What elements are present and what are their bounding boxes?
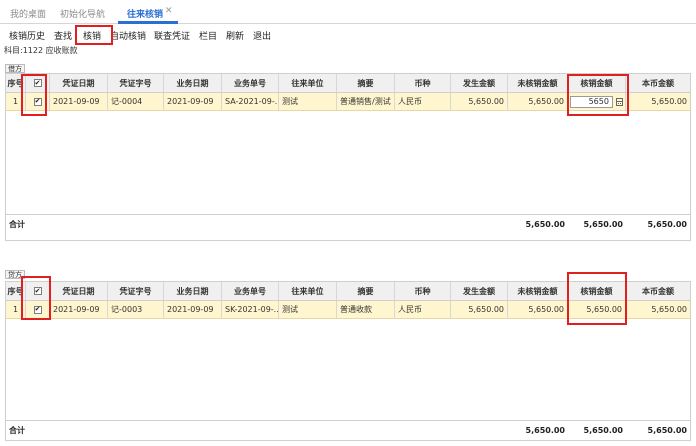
col-base-amount: 本币金额 — [642, 78, 674, 88]
row-voucher-no: 记-0003 — [108, 301, 164, 318]
row-base-amount: 5,650.00 — [651, 97, 687, 106]
debit-total-row: 合计 5,650.00 5,650.00 5,650.00 — [6, 214, 690, 234]
col-partner: 往来单位 — [279, 282, 337, 300]
col-currency: 币种 — [395, 282, 451, 300]
col-partner: 往来单位 — [279, 74, 337, 92]
total-unsettled: 5,650.00 — [525, 426, 565, 435]
col-currency: 币种 — [395, 74, 451, 92]
row-currency: 人民币 — [395, 93, 451, 110]
row-voucher-no: 记-0004 — [108, 93, 164, 110]
row-voucher-date: 2021-09-09 — [50, 93, 108, 110]
subject-line: 科目:1122 应收账款 — [4, 46, 78, 55]
col-voucher-no: 凭证字号 — [108, 74, 164, 92]
col-voucher-no: 凭证字号 — [108, 282, 164, 300]
row-currency: 人民币 — [395, 301, 451, 318]
col-biz-date: 业务日期 — [164, 74, 222, 92]
row-unsettled: 5,650.00 — [508, 301, 568, 318]
total-label: 合计 — [9, 220, 25, 229]
columns-button[interactable]: 栏目 — [199, 29, 217, 42]
col-summary: 摘要 — [337, 282, 395, 300]
total-base-amount: 5,650.00 — [647, 220, 687, 229]
exit-button[interactable]: 退出 — [253, 29, 271, 42]
row-biz-no: SA-2021-09-... — [222, 93, 279, 110]
refresh-button[interactable]: 刷新 — [226, 29, 244, 42]
col-base-amount: 本币金额 — [642, 286, 674, 296]
active-tab-indicator — [118, 21, 178, 24]
row-partner: 测试 — [279, 93, 337, 110]
debit-label: 借方 — [5, 64, 25, 73]
row-biz-no: SK-2021-09-... — [222, 301, 279, 318]
row-voucher-date: 2021-09-09 — [50, 301, 108, 318]
tab-settlement[interactable]: 往来核销 — [127, 7, 163, 20]
row-amount: 5,650.00 — [451, 301, 508, 318]
trace-voucher-button[interactable]: 联查凭证 — [154, 29, 190, 42]
highlight-debit-settle — [567, 74, 629, 116]
highlight-credit-check — [21, 276, 51, 320]
col-amount: 发生金额 — [451, 74, 508, 92]
highlight-settle-button — [75, 25, 113, 45]
row-unsettled: 5,650.00 — [508, 93, 568, 110]
tab-bar: 我的桌面 初始化导航 往来核销 ✕ — [0, 0, 696, 24]
row-partner: 测试 — [279, 301, 337, 318]
col-voucher-date: 凭证日期 — [50, 74, 108, 92]
col-biz-no: 业务单号 — [222, 282, 279, 300]
history-button[interactable]: 核销历史 — [9, 29, 45, 42]
col-summary: 摘要 — [337, 74, 395, 92]
credit-total-row: 合计 5,650.00 5,650.00 5,650.00 — [6, 420, 690, 440]
row-biz-date: 2021-09-09 — [164, 93, 222, 110]
row-amount: 5,650.00 — [451, 93, 508, 110]
col-biz-no: 业务单号 — [222, 74, 279, 92]
close-icon[interactable]: ✕ — [165, 6, 173, 16]
col-unsettled: 未核销金额 — [508, 74, 568, 92]
total-settle: 5,650.00 — [583, 220, 623, 229]
tab-init-guide[interactable]: 初始化导航 — [60, 7, 105, 20]
tab-my-desktop[interactable]: 我的桌面 — [10, 7, 46, 20]
total-label: 合计 — [9, 426, 25, 435]
row-summary: 普通销售/测试 — [337, 93, 395, 110]
col-biz-date: 业务日期 — [164, 282, 222, 300]
col-voucher-date: 凭证日期 — [50, 282, 108, 300]
col-amount: 发生金额 — [451, 282, 508, 300]
auto-settle-button[interactable]: 自动核销 — [110, 29, 146, 42]
find-button[interactable]: 查找 — [54, 29, 72, 42]
total-base-amount: 5,650.00 — [647, 426, 687, 435]
total-unsettled: 5,650.00 — [525, 220, 565, 229]
row-summary: 普通收款 — [337, 301, 395, 318]
highlight-debit-check — [21, 74, 47, 116]
col-unsettled: 未核销金额 — [508, 282, 568, 300]
highlight-credit-settle — [567, 272, 627, 325]
row-base-amount: 5,650.00 — [651, 305, 687, 314]
row-biz-date: 2021-09-09 — [164, 301, 222, 318]
total-settle: 5,650.00 — [583, 426, 623, 435]
